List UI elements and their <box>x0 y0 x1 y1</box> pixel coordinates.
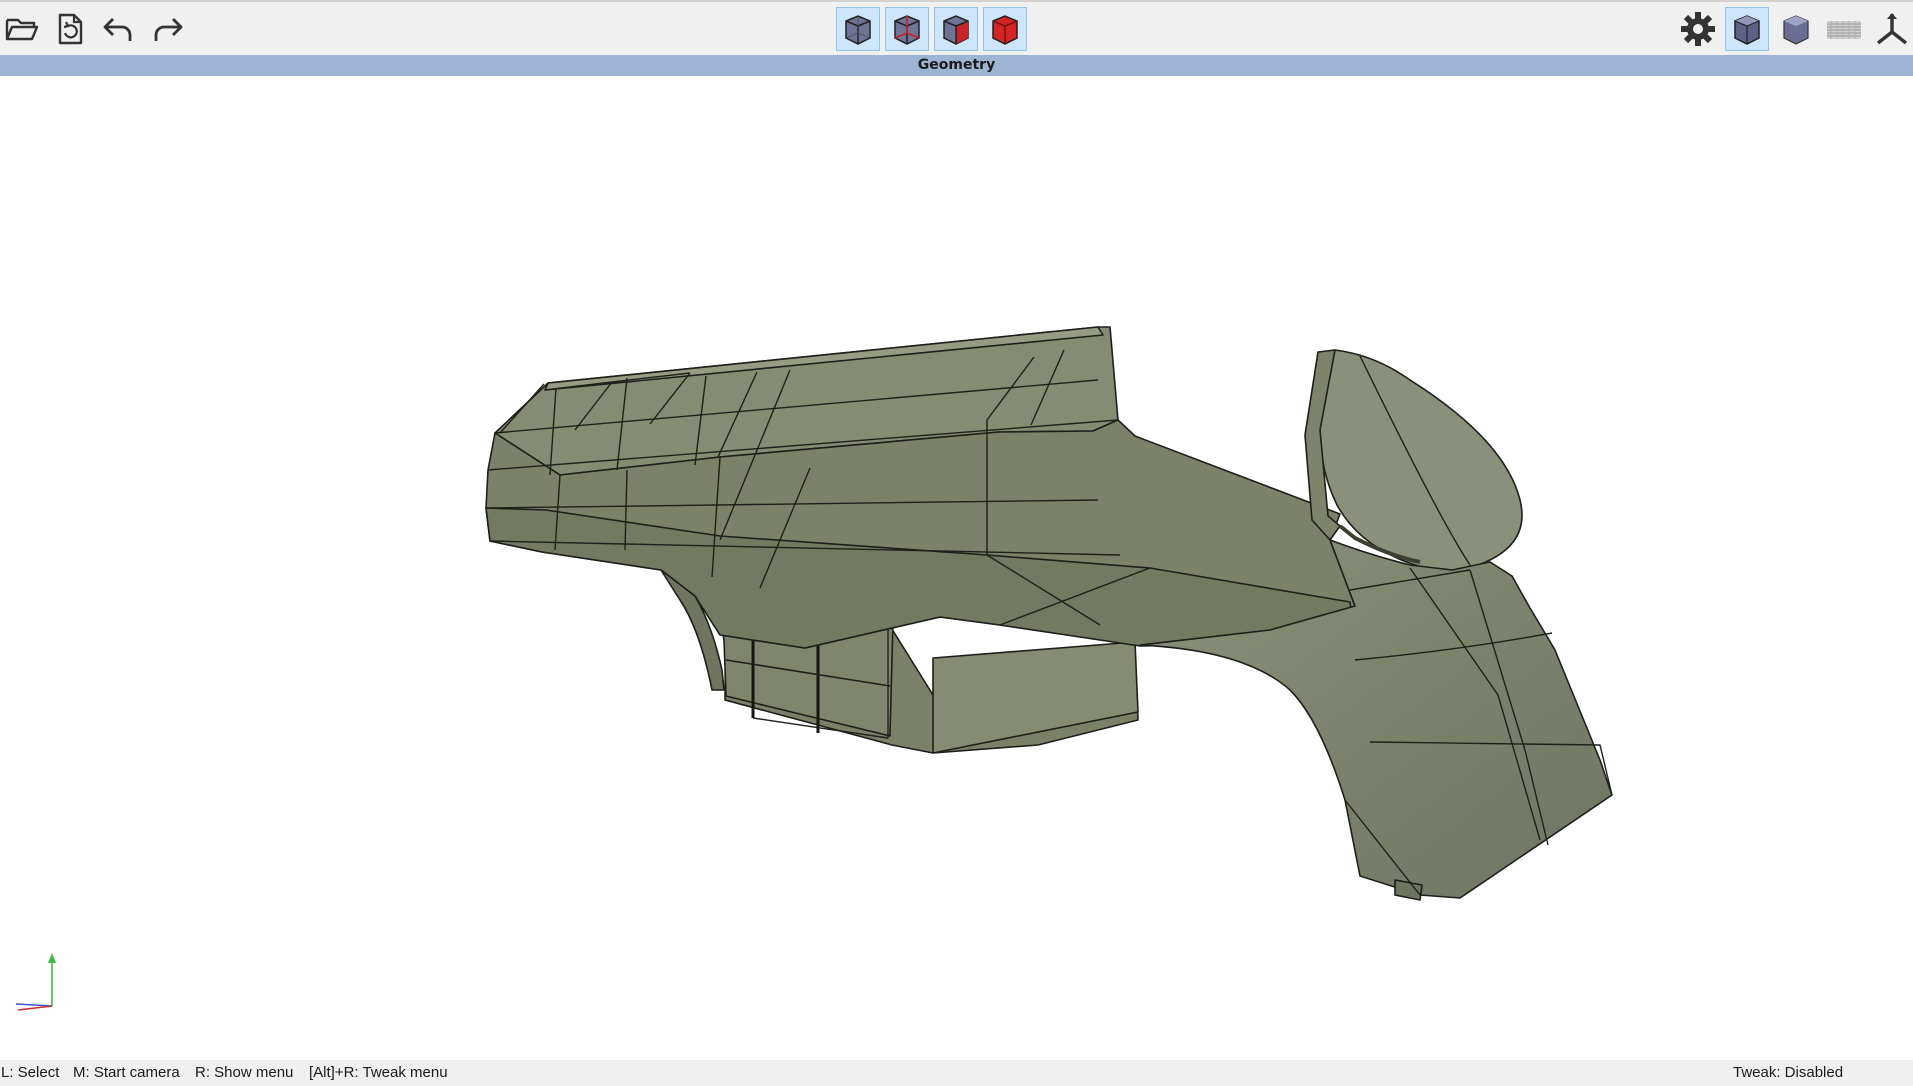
3d-viewport[interactable] <box>0 76 1913 1060</box>
status-camera-hint: M: Start camera <box>73 1064 180 1081</box>
viewport-canvas[interactable] <box>0 76 1913 1060</box>
model-mesh <box>485 326 1613 901</box>
axes-gizmo <box>15 953 56 1011</box>
panel-title: Geometry <box>0 55 1913 76</box>
shaded-red-edges-cube-icon[interactable] <box>934 7 978 51</box>
shaded-cube-icon[interactable] <box>1725 7 1769 51</box>
axes-icon[interactable] <box>1870 7 1913 51</box>
toolbar <box>0 0 1913 55</box>
open-folder-icon[interactable] <box>0 7 44 51</box>
solid-cube-icon[interactable] <box>1774 7 1818 51</box>
settings-gear-icon[interactable] <box>1676 7 1720 51</box>
status-tweak-state: Tweak: Disabled <box>1733 1064 1844 1081</box>
redo-icon[interactable] <box>145 7 189 51</box>
wireframe-cube-icon[interactable] <box>836 7 880 51</box>
status-menu-hint: R: Show menu <box>195 1064 294 1081</box>
wireframe-red-edges-cube-icon[interactable] <box>885 7 929 51</box>
status-select-hint: L: Select <box>1 1064 60 1081</box>
status-bar: L: Select M: Start camera R: Show menu [… <box>0 1060 1913 1086</box>
reload-file-icon[interactable] <box>48 7 92 51</box>
ground-grid-icon[interactable] <box>1822 7 1866 51</box>
undo-icon[interactable] <box>97 7 141 51</box>
status-tweak-menu-hint: [Alt]+R: Tweak menu <box>309 1064 448 1081</box>
solid-red-cube-icon[interactable] <box>983 7 1027 51</box>
